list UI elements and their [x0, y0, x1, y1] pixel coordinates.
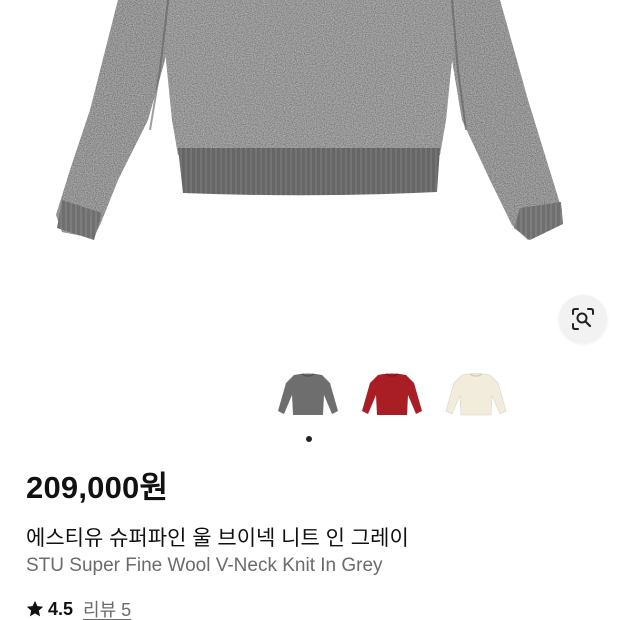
product-main-image[interactable] [0, 0, 620, 360]
visual-search-button[interactable] [559, 295, 607, 343]
thumbnail-red[interactable] [358, 366, 426, 424]
rating-value: 4.5 [48, 598, 74, 619]
review-count-link[interactable]: 리뷰 5 [83, 596, 131, 620]
product-price: 209,000원 [26, 470, 169, 505]
grey-sweater-thumbnail-icon [278, 373, 338, 415]
star-icon [26, 600, 44, 617]
product-name-korean: 에스티유 슈퍼파인 울 브이넥 니트 인 그레이 [26, 527, 409, 550]
product-name-english: STU Super Fine Wool V-Neck Knit In Grey [26, 555, 383, 576]
product-detail-page: 209,000원 에스티유 슈퍼파인 울 브이넥 니트 인 그레이 STU Su… [0, 0, 620, 620]
visual-search-icon [572, 308, 594, 330]
page-dot-active[interactable] [306, 436, 312, 442]
red-sweater-thumbnail-icon [362, 373, 422, 415]
image-page-indicator [306, 436, 314, 444]
rating-row: 4.5 리뷰 5 [25, 597, 131, 620]
thumbnail-grey[interactable] [274, 366, 342, 424]
color-thumbnails [274, 366, 510, 428]
thumbnail-cream[interactable] [442, 366, 510, 424]
cream-sweater-thumbnail-icon [445, 373, 507, 416]
grey-sweater-image [56, 0, 563, 240]
